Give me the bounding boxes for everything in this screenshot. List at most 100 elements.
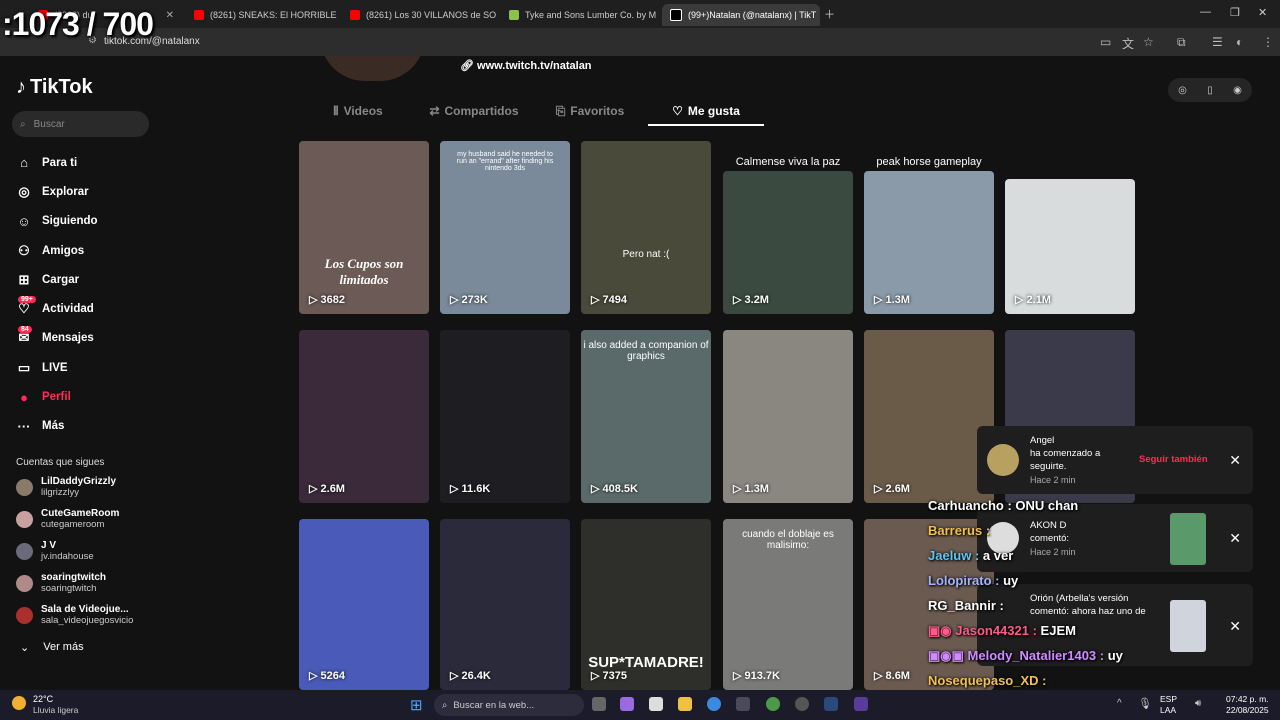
friends-icon: ⚇ bbox=[18, 242, 30, 258]
taskbar-search[interactable]: ⌕ Buscar en la web... bbox=[434, 694, 584, 716]
video-thumbnail[interactable] bbox=[1170, 600, 1206, 652]
store-icon[interactable] bbox=[649, 697, 663, 711]
video-thumbnail[interactable] bbox=[1170, 513, 1206, 565]
file-explorer-icon[interactable] bbox=[678, 697, 692, 711]
tab-me-gusta[interactable]: ♡ Me gusta bbox=[648, 98, 764, 126]
weather-temp[interactable]: 22°C bbox=[33, 694, 53, 704]
nav-para-ti[interactable]: ⌂ Para ti bbox=[16, 148, 176, 177]
video-views: ▷ 26.4K bbox=[450, 670, 491, 682]
close-icon[interactable]: ✕ bbox=[1229, 452, 1241, 469]
video-thumbnail[interactable]: my husband said he needed to run an "err… bbox=[440, 141, 570, 314]
window-close-icon[interactable]: ✕ bbox=[1258, 6, 1267, 19]
video-caption-header: Calmense viva la paz bbox=[735, 156, 841, 168]
profile-avatar-icon[interactable]: ◐ bbox=[1236, 35, 1243, 49]
nav-amigos[interactable]: ⚇ Amigos bbox=[16, 236, 176, 265]
translate-icon[interactable]: 文 bbox=[1122, 35, 1134, 52]
video-thumbnail[interactable]: Los Cupos son limitados ▷ 3682 bbox=[299, 141, 429, 314]
video-thumbnail[interactable]: i also added a companion of graphics ▷ 40… bbox=[581, 330, 711, 503]
youtube-icon bbox=[350, 10, 360, 20]
followed-account[interactable]: CuteGameRoom cutegameroom bbox=[16, 508, 119, 530]
video-views: ▷ 3682 bbox=[309, 294, 345, 306]
extensions-icon[interactable]: ⧉ bbox=[1177, 35, 1186, 50]
chat-line: ▣◉ Jason44321 : EJEM bbox=[928, 623, 1076, 638]
nav-perfil[interactable]: ● Perfil bbox=[16, 382, 176, 411]
new-tab-icon[interactable]: ＋ bbox=[824, 6, 835, 22]
address-bar[interactable]: ⚙ tiktok.com/@natalanx bbox=[0, 28, 1280, 56]
reading-list-icon[interactable]: ☰ bbox=[1212, 35, 1223, 49]
overlay-counter: :1073 / 700 bbox=[2, 6, 154, 42]
terminal-icon[interactable] bbox=[736, 697, 750, 711]
chevron-up-icon[interactable]: ^ bbox=[1117, 698, 1122, 709]
video-thumbnail[interactable]: ▷ 3.2M bbox=[723, 171, 853, 314]
video-views: ▷ 1.3M bbox=[733, 483, 769, 495]
tiktok-logo[interactable]: ♪ TikTok bbox=[16, 76, 93, 99]
cast-icon[interactable]: ▭ bbox=[1100, 35, 1111, 49]
video-thumbnail[interactable]: ▷ 2.1M bbox=[1005, 179, 1135, 314]
minimize-icon[interactable]: — bbox=[1200, 6, 1211, 18]
nav-cargar[interactable]: ⊞ Cargar bbox=[16, 265, 176, 294]
followed-account[interactable]: Sala de Videojue... sala_videojuegosvicio bbox=[16, 604, 133, 626]
maximize-icon[interactable]: ❐ bbox=[1230, 6, 1240, 19]
video-thumbnail[interactable]: ▷ 1.3M bbox=[864, 171, 994, 314]
video-thumbnail[interactable]: Pero nat :(▷ 7494 bbox=[581, 141, 711, 314]
steam-icon[interactable] bbox=[824, 697, 838, 711]
device-icon[interactable]: ▯ bbox=[1207, 85, 1213, 96]
tab-compartidos[interactable]: ⇄ Compartidos bbox=[416, 98, 532, 124]
browser-tab-active[interactable]: (99+)Natalan (@natalanx) | TikT✕ bbox=[662, 4, 820, 26]
video-views: ▷ 11.6K bbox=[450, 483, 491, 495]
followed-account[interactable]: LilDaddyGrizzly lilgrizzlyy bbox=[16, 476, 116, 498]
browser-tab[interactable]: Tyke and Sons Lumber Co. by M✕ bbox=[501, 4, 658, 26]
followed-account[interactable]: soaringtwitch soaringtwitch bbox=[16, 572, 106, 594]
menu-dots-icon[interactable]: ⋮ bbox=[1262, 35, 1274, 49]
nav-siguiendo[interactable]: ☺ Siguiendo bbox=[16, 207, 176, 236]
follow-back-button[interactable]: Seguir también bbox=[1139, 454, 1208, 465]
tab-favoritos[interactable]: ⎘ Favoritos bbox=[532, 98, 648, 124]
edge-icon[interactable] bbox=[707, 697, 721, 711]
video-thumbnail[interactable]: ▷ 26.4K bbox=[440, 519, 570, 690]
nav-live[interactable]: ▭ LIVE bbox=[16, 353, 176, 382]
tab-videos[interactable]: ⦀ Videos bbox=[300, 98, 416, 124]
video-thumbnail[interactable]: ▷ 2.6M bbox=[299, 330, 429, 503]
copilot-icon[interactable] bbox=[620, 697, 634, 711]
chrome-icon[interactable] bbox=[766, 697, 780, 711]
notification-follow[interactable]: Angel ha comenzado a seguirte. Hace 2 mi… bbox=[977, 426, 1253, 494]
app-icon[interactable] bbox=[854, 697, 868, 711]
nav-mas[interactable]: ··· Más bbox=[16, 412, 176, 441]
search-input[interactable]: ⌕ Buscar bbox=[12, 111, 149, 137]
volume-icon[interactable]: 🔊︎ bbox=[1195, 698, 1201, 709]
notification-comment[interactable]: AKON D comentó: Hace 2 min ✕ bbox=[977, 504, 1253, 572]
notification-time: Hace 2 min bbox=[1030, 547, 1076, 557]
youtube-icon bbox=[194, 10, 204, 20]
weather-desc[interactable]: Lluvia ligera bbox=[33, 705, 78, 715]
clock-date[interactable]: 22/08/2025 bbox=[1226, 705, 1269, 715]
mic-icon[interactable]: 🎙︎ bbox=[1138, 697, 1152, 710]
user-avatar-icon[interactable]: ◉ bbox=[1233, 85, 1242, 96]
followed-account[interactable]: J Vjv.indahouse bbox=[16, 540, 94, 562]
close-icon[interactable]: ✕ bbox=[1229, 530, 1241, 547]
browser-tab[interactable]: (8261) SNEAKS: El HORRIBLE P✕ bbox=[186, 4, 338, 26]
close-icon[interactable]: ✕ bbox=[1229, 618, 1241, 635]
close-icon[interactable]: ✕ bbox=[166, 10, 174, 21]
lang-primary[interactable]: ESP bbox=[1160, 694, 1177, 704]
clock-time[interactable]: 07:42 p. m. bbox=[1226, 694, 1269, 704]
nav-explorar[interactable]: ◎ Explorar bbox=[16, 177, 176, 206]
play-icon: ▷ bbox=[1015, 294, 1027, 306]
video-thumbnail[interactable]: SUP*TAMADRE! ▷ 7375 bbox=[581, 519, 711, 690]
see-more-button[interactable]: ⌄ Ver más bbox=[20, 641, 84, 654]
video-thumbnail[interactable]: ▷ 11.6K bbox=[440, 330, 570, 503]
compass-icon[interactable]: ◎ bbox=[1178, 85, 1187, 96]
github-icon[interactable] bbox=[795, 697, 809, 711]
nav-mensajes[interactable]: 84 ✉ Mensajes bbox=[16, 324, 176, 353]
video-thumbnail[interactable]: ▷ 2.6M bbox=[864, 330, 994, 503]
video-thumbnail[interactable]: cuando el doblaje es malisimo: ▷ 913.7K bbox=[723, 519, 853, 690]
star-icon[interactable]: ☆ bbox=[1143, 35, 1154, 49]
video-thumbnail[interactable]: ▷ 5264 bbox=[299, 519, 429, 690]
nav-actividad[interactable]: 99+ ♡ Actividad bbox=[16, 294, 176, 323]
profile-link[interactable]: 🔗︎ www.twitch.tv/natalan bbox=[460, 59, 592, 72]
windows-start-icon[interactable]: ⊞ bbox=[410, 696, 423, 714]
video-thumbnail[interactable]: ▷ 1.3M bbox=[723, 330, 853, 503]
browser-tab[interactable]: (8261) Los 30 VILLANOS de SO✕ bbox=[342, 4, 497, 26]
play-icon: ▷ bbox=[874, 670, 886, 682]
lang-secondary[interactable]: LAA bbox=[1160, 705, 1176, 715]
task-view-icon[interactable] bbox=[592, 697, 606, 711]
